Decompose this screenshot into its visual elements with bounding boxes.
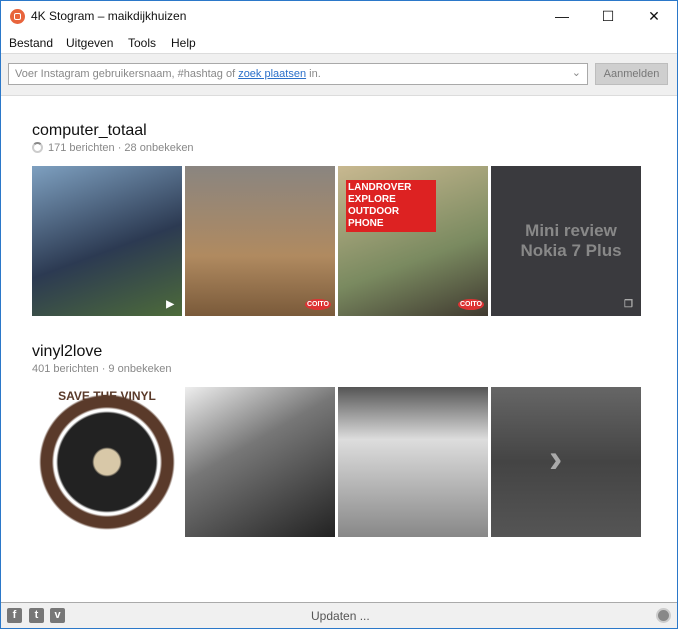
search-placeholder: Voer Instagram gebruikersnaam, #hashtag … <box>15 68 239 80</box>
section-title[interactable]: vinyl2love <box>32 343 102 361</box>
post-thumbnail[interactable]: COITO <box>185 166 335 316</box>
twitter-icon[interactable]: t <box>29 608 44 623</box>
section-title[interactable]: computer_totaal <box>32 122 147 140</box>
chevron-down-icon[interactable]: ⌄ <box>572 66 581 79</box>
section-subtitle: 171 berichten · 28 onbekeken <box>32 142 194 154</box>
next-arrow-icon[interactable]: › <box>549 437 562 482</box>
facebook-icon[interactable]: f <box>7 608 22 623</box>
search-input[interactable]: Voer Instagram gebruikersnaam, #hashtag … <box>8 63 588 85</box>
post-thumbnail[interactable] <box>338 387 488 537</box>
search-places-link[interactable]: zoek plaatsen <box>238 68 306 80</box>
login-button[interactable]: Aanmelden <box>595 63 668 85</box>
status-bar: f t v Updaten ... <box>1 602 677 628</box>
post-thumbnail[interactable] <box>185 387 335 537</box>
maximize-button[interactable]: ☐ <box>585 1 631 32</box>
image-caption: Mini review Nokia 7 Plus <box>520 221 622 260</box>
image-caption: SAVE THE VINYL <box>58 389 156 403</box>
brand-badge: COITO <box>457 299 484 310</box>
menu-bestand[interactable]: Bestand <box>9 36 53 50</box>
title-bar: 4K Stogram – maikdijkhuizen — ☐ ✕ <box>1 1 677 32</box>
section-count: 171 berichten · 28 onbekeken <box>48 142 194 154</box>
post-thumbnail[interactable]: › <box>491 387 641 537</box>
brand-badge: COITO <box>304 299 331 310</box>
vimeo-icon[interactable]: v <box>50 608 65 623</box>
menu-tools[interactable]: Tools <box>128 36 156 50</box>
carousel-icon: ❐ <box>624 299 633 310</box>
menu-help[interactable]: Help <box>171 36 196 50</box>
menu-uitgeven[interactable]: Uitgeven <box>66 36 113 50</box>
status-text: Updaten ... <box>311 609 370 623</box>
globe-icon[interactable] <box>656 608 671 623</box>
video-icon: ▶ <box>166 299 174 310</box>
loading-spinner-icon <box>32 142 43 153</box>
image-caption: LANDROVER EXPLORE OUTDOOR PHONE <box>346 180 436 232</box>
post-thumbnail[interactable]: ▶ <box>32 166 182 316</box>
close-button[interactable]: ✕ <box>631 1 677 32</box>
minimize-button[interactable]: — <box>539 1 585 32</box>
section-count: 401 berichten · 9 onbekeken <box>32 363 172 375</box>
post-thumbnail[interactable]: SAVE THE VINYL <box>32 387 182 537</box>
window-title: 4K Stogram – maikdijkhuizen <box>31 9 187 23</box>
app-logo-icon <box>10 9 25 24</box>
post-thumbnail[interactable]: LANDROVER EXPLORE OUTDOOR PHONE COITO <box>338 166 488 316</box>
toolbar: Voer Instagram gebruikersnaam, #hashtag … <box>1 53 677 96</box>
search-placeholder-suffix: in. <box>306 68 321 80</box>
post-thumbnail[interactable]: Mini review Nokia 7 Plus ❐ <box>491 166 641 316</box>
menu-bar: Bestand Uitgeven Tools Help <box>1 32 677 53</box>
